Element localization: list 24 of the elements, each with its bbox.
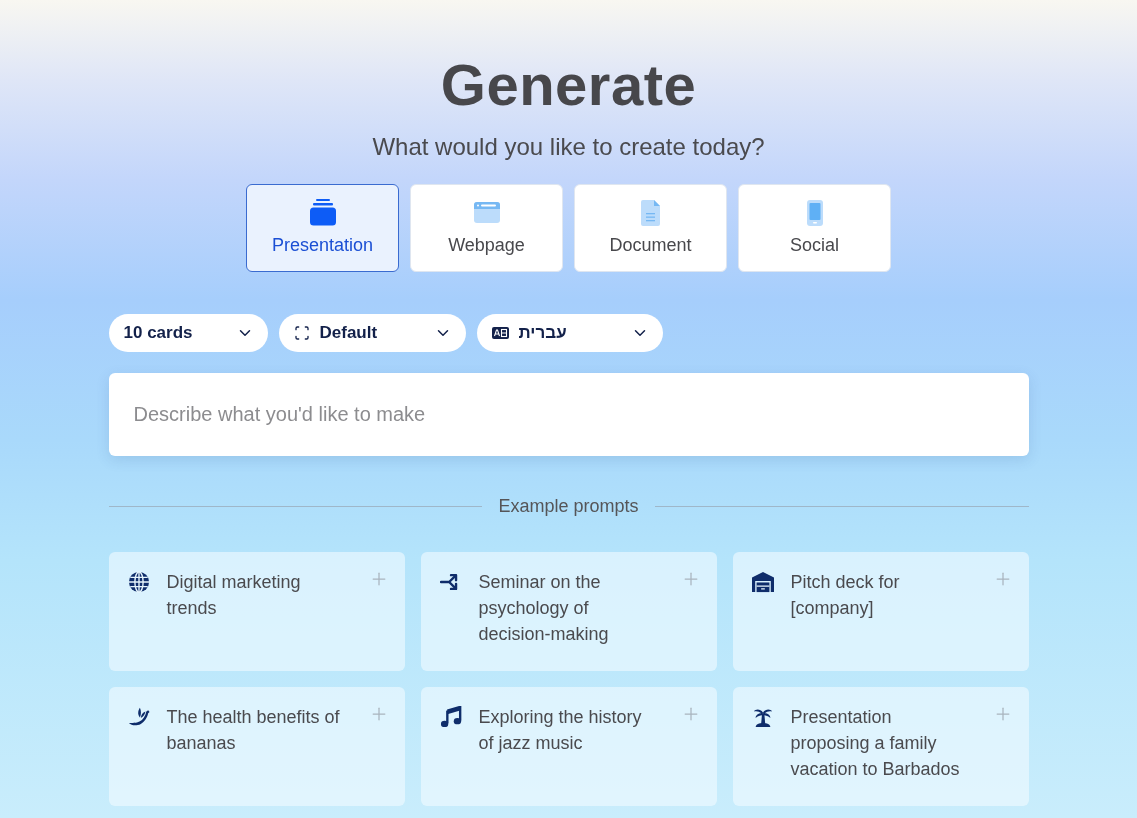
prompt-input[interactable]: Describe what you'd like to make xyxy=(108,373,1029,456)
mode-tab[interactable]: Document xyxy=(574,184,727,272)
card-stack-icon xyxy=(309,199,336,227)
globe-icon xyxy=(127,571,150,593)
example-prompt-card[interactable]: The health benefits of bananas xyxy=(108,687,405,806)
example-prompt-card[interactable]: Digital marketing trends xyxy=(108,552,405,671)
example-prompt-card[interactable]: Seminar on the psychology of decision-making xyxy=(420,552,717,671)
language-icon xyxy=(491,327,509,339)
option-dropdown[interactable]: 10 cards xyxy=(108,314,268,352)
example-prompt-card[interactable]: Presentation proposing a family vacation to Barbados xyxy=(732,687,1029,806)
music-notes-icon xyxy=(439,706,462,728)
mode-tab[interactable]: Webpage xyxy=(410,184,563,272)
example-prompt-card[interactable]: Pitch deck for [company] xyxy=(732,552,1029,671)
section-heading: Example prompts xyxy=(498,495,639,518)
garage-icon xyxy=(751,571,774,593)
option-dropdown[interactable]: Default xyxy=(278,314,466,352)
example-prompt-card[interactable]: Exploring the history of jazz music xyxy=(420,687,717,806)
banana-icon xyxy=(127,706,150,728)
page-subtitle: What would you like to create today? xyxy=(372,132,765,162)
mode-tab[interactable]: Social xyxy=(738,184,891,272)
page-title: Generate xyxy=(440,56,697,114)
mode-tab[interactable]: Presentation xyxy=(246,184,399,272)
option-dropdown[interactable]: עברית xyxy=(476,314,663,352)
frame-corners-icon xyxy=(293,325,310,341)
